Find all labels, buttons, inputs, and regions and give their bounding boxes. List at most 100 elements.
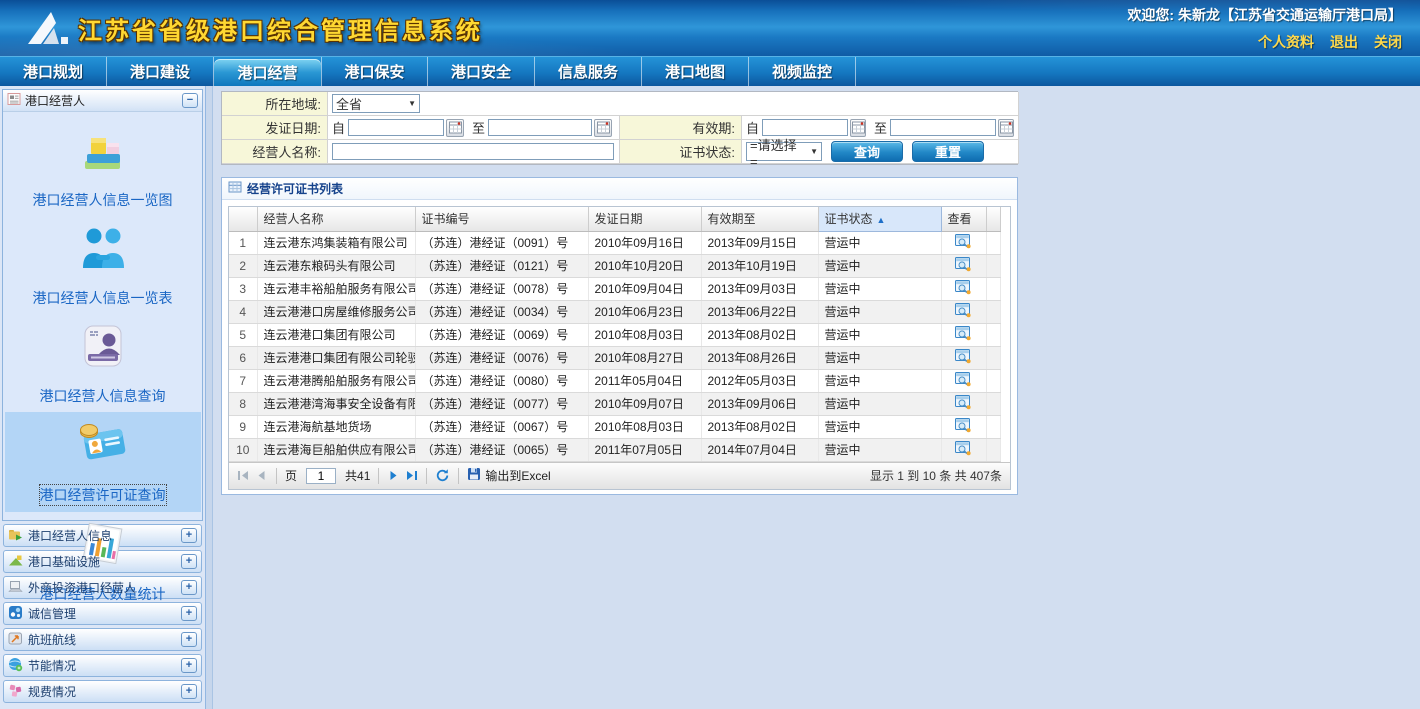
record-count-summary: 显示 1 到 10 条 共 407条 <box>870 467 1002 484</box>
tab-port-planning[interactable]: 港口规划 <box>0 57 107 86</box>
table-row[interactable]: 6 连云港港口集团有限公司轮驳... （苏连）港经证（0076）号 2010年0… <box>229 346 1000 369</box>
view-detail-icon[interactable] <box>955 325 972 341</box>
app-title: 江苏省省级港口综合管理信息系统 <box>78 11 483 46</box>
row-number: 5 <box>229 323 257 346</box>
tab-video-monitor[interactable]: 视频监控 <box>749 57 856 86</box>
view-detail-icon[interactable] <box>955 371 972 387</box>
calendar-icon[interactable] <box>850 119 866 137</box>
accordion-credit-management[interactable]: 诚信管理 + <box>3 602 202 625</box>
issue-date-from-input[interactable] <box>348 119 444 136</box>
view-detail-icon[interactable] <box>955 279 972 295</box>
refresh-icon[interactable] <box>435 468 450 483</box>
panel-collapse-button[interactable]: − <box>182 93 198 108</box>
license-card-icon <box>5 420 201 466</box>
close-link[interactable]: 关闭 <box>1374 32 1402 52</box>
cert-no-cell: （苏连）港经证（0121）号 <box>415 254 588 277</box>
issue-date-cell: 2010年08月27日 <box>588 346 701 369</box>
issue-date-cell: 2010年09月04日 <box>588 277 701 300</box>
view-detail-icon[interactable] <box>955 302 972 318</box>
tab-port-operation[interactable]: 港口经营 <box>214 59 321 86</box>
export-excel-button[interactable]: 输出到Excel <box>467 467 550 484</box>
operator-name-cell: 连云港港口房屋维修服务公司 <box>257 300 415 323</box>
accordion-expand-button[interactable]: + <box>181 554 197 569</box>
spacer-cell <box>986 346 1000 369</box>
spacer-cell <box>986 231 1000 254</box>
col-operator-name[interactable]: 经营人名称 <box>257 207 415 231</box>
validity-from-input[interactable] <box>762 119 848 136</box>
license-table: 经营人名称 证书编号 发证日期 有效期至 证书状态▲ 查看 <box>229 207 1001 462</box>
accordion-expand-button[interactable]: + <box>181 684 197 699</box>
expire-date-cell: 2013年06月22日 <box>701 300 818 323</box>
sidebar-item-license-query[interactable]: 港口经营许可证查询 <box>5 412 201 512</box>
validity-to-input[interactable] <box>890 119 996 136</box>
tab-port-construction[interactable]: 港口建设 <box>107 57 214 86</box>
accordion-flight-routes[interactable]: 航班航线 + <box>3 628 202 651</box>
reset-button[interactable]: 重置 <box>912 141 984 162</box>
last-page-icon[interactable] <box>405 469 418 482</box>
view-detail-icon[interactable] <box>955 394 972 410</box>
sidebar-item-operator-overview-chart[interactable]: 港口经营人信息一览图 <box>5 118 201 216</box>
first-page-icon[interactable] <box>237 469 250 482</box>
table-row[interactable]: 2 连云港东粮码头有限公司 （苏连）港经证（0121）号 2010年10月20日… <box>229 254 1000 277</box>
tab-port-security[interactable]: 港口保安 <box>321 57 428 86</box>
tab-port-map[interactable]: 港口地图 <box>642 57 749 86</box>
calendar-icon[interactable] <box>446 119 464 137</box>
accordion-expand-button[interactable]: + <box>181 606 197 621</box>
row-number: 1 <box>229 231 257 254</box>
sidebar-item-operator-info-query[interactable]: 港口经营人信息查询 <box>5 314 201 412</box>
profile-link[interactable]: 个人资料 <box>1258 32 1314 52</box>
operator-name-input[interactable] <box>332 143 614 160</box>
table-row[interactable]: 3 连云港丰裕船舶服务有限公司 （苏连）港经证（0078）号 2010年09月0… <box>229 277 1000 300</box>
calendar-icon[interactable] <box>998 119 1014 137</box>
cert-status-select[interactable]: =请选择= ▼ <box>746 142 822 161</box>
validity-label: 有效期: <box>620 116 742 140</box>
cert-status-cell: 营运中 <box>818 231 941 254</box>
accordion-energy-saving[interactable]: 节能情况 + <box>3 654 202 677</box>
accordion-expand-button[interactable]: + <box>181 580 197 595</box>
query-button[interactable]: 查询 <box>831 141 903 162</box>
sidebar-item-operator-overview-table[interactable]: 港口经营人信息一览表 <box>5 216 201 314</box>
region-select[interactable]: 全省 ▼ <box>332 94 420 113</box>
accordion-foreign-investment-operators[interactable]: 外商投资港口经营人 + <box>3 576 202 599</box>
issue-date-to-input[interactable] <box>488 119 592 136</box>
expire-date-cell: 2014年07月04日 <box>701 438 818 461</box>
page-number-input[interactable] <box>306 468 336 484</box>
spacer-cell <box>986 277 1000 300</box>
prev-page-icon[interactable] <box>255 469 268 482</box>
expire-date-cell: 2013年08月26日 <box>701 346 818 369</box>
table-row[interactable]: 5 连云港港口集团有限公司 （苏连）港经证（0069）号 2010年08月03日… <box>229 323 1000 346</box>
accordion-expand-button[interactable]: + <box>181 528 197 543</box>
table-row[interactable]: 10 连云港海巨船舶供应有限公司 （苏连）港经证（0065）号 2011年07月… <box>229 438 1000 461</box>
view-detail-icon[interactable] <box>955 440 972 456</box>
col-expire-date[interactable]: 有效期至 <box>701 207 818 231</box>
accordion-expand-button[interactable]: + <box>181 632 197 647</box>
row-number: 9 <box>229 415 257 438</box>
operator-name-cell: 连云港港口集团有限公司轮驳... <box>257 346 415 369</box>
calendar-icon[interactable] <box>594 119 612 137</box>
col-cert-no[interactable]: 证书编号 <box>415 207 588 231</box>
next-page-icon[interactable] <box>387 469 400 482</box>
view-detail-icon[interactable] <box>955 256 972 272</box>
table-row[interactable]: 8 连云港港湾海事安全设备有限... （苏连）港经证（0077）号 2010年0… <box>229 392 1000 415</box>
table-row[interactable]: 9 连云港海航基地货场 （苏连）港经证（0067）号 2010年08月03日 2… <box>229 415 1000 438</box>
sort-asc-icon: ▲ <box>877 215 886 225</box>
accordion-expand-button[interactable]: + <box>181 658 197 673</box>
view-detail-icon[interactable] <box>955 233 972 249</box>
accordion-fees[interactable]: 规费情况 + <box>3 680 202 703</box>
view-detail-icon[interactable] <box>955 348 972 364</box>
tab-info-service[interactable]: 信息服务 <box>535 57 642 86</box>
col-cert-status[interactable]: 证书状态▲ <box>818 207 941 231</box>
table-row[interactable]: 1 连云港东鸿集装箱有限公司 （苏连）港经证（0091）号 2010年09月16… <box>229 231 1000 254</box>
cert-no-cell: （苏连）港经证（0067）号 <box>415 415 588 438</box>
people-pair-icon <box>5 224 201 270</box>
table-row[interactable]: 4 连云港港口房屋维修服务公司 （苏连）港经证（0034）号 2010年06月2… <box>229 300 1000 323</box>
logout-link[interactable]: 退出 <box>1330 32 1358 52</box>
accordion-operator-info[interactable]: 港口经营人信息 + <box>3 524 202 547</box>
spacer-cell <box>986 392 1000 415</box>
view-detail-icon[interactable] <box>955 417 972 433</box>
tab-port-safety[interactable]: 港口安全 <box>428 57 535 86</box>
col-issue-date[interactable]: 发证日期 <box>588 207 701 231</box>
table-row[interactable]: 7 连云港港腾船舶服务有限公司 （苏连）港经证（0080）号 2011年05月0… <box>229 369 1000 392</box>
region-label: 所在地域: <box>222 92 328 116</box>
cert-no-cell: （苏连）港经证（0065）号 <box>415 438 588 461</box>
